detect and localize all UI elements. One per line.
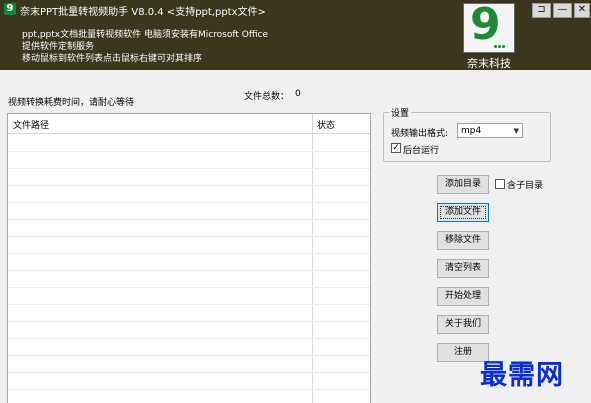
grid-line: [8, 253, 370, 254]
grid-line: [8, 355, 370, 356]
company-name: 奈末科技: [467, 57, 511, 70]
grid-line: [8, 389, 370, 390]
add-folder-button[interactable]: 添加目录: [437, 175, 489, 194]
start-button[interactable]: 开始处理: [437, 287, 489, 306]
background-run-checkbox[interactable]: ✓: [391, 143, 401, 153]
chevron-down-icon: ▼: [513, 127, 519, 135]
window-title: 奈末PPT批量转视频助手 V8.0.4 <支持ppt,pptx文件>: [20, 7, 266, 18]
grid-line: [8, 372, 370, 373]
grid-line: [8, 168, 370, 169]
company-logo: 9: [463, 1, 515, 53]
format-label: 视频输出格式:: [391, 129, 449, 139]
pin-button[interactable]: ⊐: [532, 3, 551, 18]
grid-line: [8, 219, 370, 220]
close-button[interactable]: ✕: [574, 3, 590, 18]
column-header-path[interactable]: 文件路径: [13, 118, 49, 131]
settings-title: 设置: [389, 106, 412, 119]
grid-line: [8, 236, 370, 237]
minimize-button[interactable]: —: [553, 3, 572, 18]
about-button[interactable]: 关于我们: [437, 315, 489, 334]
format-select-value: mp4: [461, 126, 482, 136]
background-run-label: 后台运行: [403, 146, 440, 156]
logo-dots: [494, 41, 506, 51]
column-divider: [312, 114, 313, 403]
column-header-status[interactable]: 状态: [317, 118, 335, 131]
include-subfolder-label: 含子目录: [507, 181, 544, 191]
grid-line: [8, 287, 370, 288]
clear-list-button[interactable]: 清空列表: [437, 259, 489, 278]
grid-line: [8, 185, 370, 186]
grid-line: [8, 202, 370, 203]
grid-line: [8, 321, 370, 322]
add-file-button[interactable]: 添加文件: [437, 203, 489, 222]
grid-line: [8, 151, 370, 152]
app-icon: 9: [4, 3, 16, 15]
app-header: 9 奈末PPT批量转视频助手 V8.0.4 <支持ppt,pptx文件> ppt…: [0, 0, 591, 70]
description-line-3: 移动鼠标到软件列表点击鼠标右键可对其排序: [22, 54, 203, 64]
format-select[interactable]: mp4 ▼: [457, 123, 523, 138]
file-count-value: 0: [295, 89, 301, 99]
include-subfolder-checkbox[interactable]: [495, 179, 505, 189]
grid-line: [8, 270, 370, 271]
grid-line: [8, 338, 370, 339]
table-header: 文件路径 状态: [8, 114, 370, 134]
watermark: 最需网: [480, 360, 564, 391]
file-list-table[interactable]: 文件路径 状态: [7, 113, 371, 403]
grid-line: [8, 304, 370, 305]
file-count-label: 文件总数：: [244, 92, 290, 102]
remove-file-button[interactable]: 移除文件: [437, 231, 489, 250]
notice-label: 视频转换耗费时间，请耐心等待: [8, 98, 135, 108]
